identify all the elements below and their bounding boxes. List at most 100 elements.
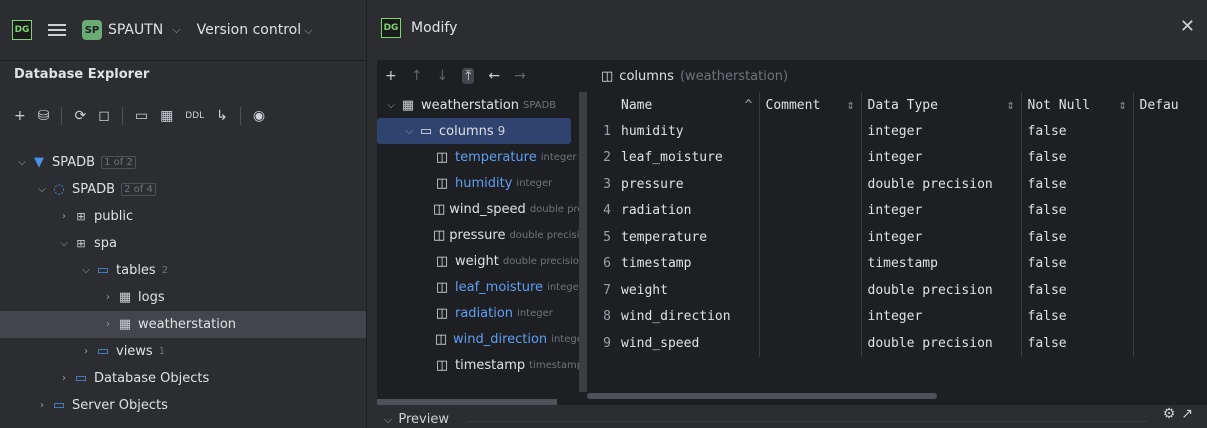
column-item[interactable]: ◫ timestamp timestamp — [377, 352, 587, 378]
cell-data-type[interactable]: integer — [861, 144, 1022, 171]
column-header-comment[interactable]: Comment ⇕ — [759, 92, 862, 118]
table-row[interactable]: 2 leaf_moisture integer false — [587, 144, 1185, 172]
tree-item-columns[interactable]: ⌵ ▭ columns 9 — [377, 118, 571, 144]
move-up-icon[interactable]: ↑ — [411, 68, 423, 84]
vertical-scrollbar[interactable] — [579, 92, 587, 392]
cell-not-null[interactable]: false — [1021, 330, 1134, 357]
cell-comment[interactable] — [759, 144, 862, 171]
horizontal-scrollbar[interactable] — [377, 399, 557, 405]
sort-ascending-icon[interactable]: ^ — [745, 98, 753, 113]
data-source-properties-icon[interactable]: ⛁ — [38, 108, 50, 124]
chevron-down-icon[interactable]: ⌵ — [56, 238, 72, 249]
chevron-down-icon[interactable]: ⌵ — [401, 126, 417, 137]
cell-data-type[interactable]: double precision — [861, 171, 1022, 198]
chevron-right-icon[interactable]: › — [56, 211, 72, 222]
cell-default[interactable] — [1133, 118, 1185, 145]
cell-data-type[interactable]: integer — [861, 197, 1022, 224]
chevron-down-icon[interactable]: ⌵ — [383, 100, 399, 111]
cell-comment[interactable] — [759, 303, 862, 330]
cell-name[interactable]: wind_speed — [615, 330, 760, 357]
tree-item-weatherstation[interactable]: › ▦ weatherstation — [0, 311, 366, 338]
cell-not-null[interactable]: false — [1021, 303, 1134, 330]
table-row[interactable]: 6 timestamp timestamp false — [587, 250, 1185, 278]
cell-name[interactable]: temperature — [615, 224, 760, 251]
column-item[interactable]: ◫ leaf_moisture integer — [377, 274, 587, 300]
chevron-down-icon[interactable]: ⌵ — [34, 184, 50, 195]
cell-name[interactable]: weight — [615, 277, 760, 304]
back-icon[interactable]: ← — [488, 68, 500, 84]
horizontal-scrollbar[interactable] — [587, 393, 937, 399]
cell-data-type[interactable]: double precision — [861, 330, 1022, 357]
column-header-data-type[interactable]: Data Type ⇕ — [861, 92, 1022, 118]
chevron-right-icon[interactable]: › — [100, 319, 116, 330]
table-row[interactable]: 3 pressure double precision false — [587, 171, 1185, 198]
cell-not-null[interactable]: false — [1021, 144, 1134, 171]
cell-comment[interactable] — [759, 197, 862, 224]
column-item[interactable]: ◫ temperature integer — [377, 144, 587, 170]
cell-not-null[interactable]: false — [1021, 277, 1134, 304]
sort-icon[interactable]: ⇕ — [1119, 98, 1127, 113]
table-row[interactable]: 1 humidity integer false — [587, 118, 1185, 145]
table-row[interactable]: 9 wind_speed double precision false — [587, 330, 1185, 357]
settings-icon[interactable]: ⚙ — [1163, 406, 1176, 422]
sort-icon[interactable]: ⇕ — [1007, 98, 1015, 113]
chevron-down-icon[interactable]: ⌵ — [78, 265, 94, 276]
cell-default[interactable] — [1133, 145, 1185, 172]
cell-default[interactable] — [1133, 224, 1185, 251]
tree-item-database-objects[interactable]: › ▭ Database Objects — [0, 365, 366, 392]
cell-name[interactable]: leaf_moisture — [615, 144, 760, 171]
version-control-menu[interactable]: Version control ⌵ — [197, 22, 313, 38]
table-editor-icon[interactable]: ▦ — [160, 108, 173, 124]
cell-not-null[interactable]: false — [1021, 224, 1134, 251]
cell-not-null[interactable]: false — [1021, 197, 1134, 224]
cell-name[interactable]: radiation — [615, 197, 760, 224]
cell-comment[interactable] — [759, 277, 862, 304]
column-item[interactable]: ◫ weight double precision — [377, 248, 587, 274]
cell-comment[interactable] — [759, 224, 862, 251]
cell-not-null[interactable]: false — [1021, 118, 1134, 145]
cell-data-type[interactable]: timestamp — [861, 250, 1022, 277]
cell-name[interactable]: pressure — [615, 171, 760, 198]
cell-default[interactable] — [1133, 198, 1185, 225]
stop-icon[interactable]: ◻ — [98, 108, 110, 124]
main-menu-icon[interactable] — [48, 24, 66, 36]
cell-default[interactable] — [1133, 277, 1185, 304]
tree-item-spadb-datasource[interactable]: ⌵ ▼ SPADB 1 of 2 — [0, 149, 366, 176]
cell-comment[interactable] — [759, 330, 862, 357]
cell-data-type[interactable]: integer — [861, 118, 1022, 145]
cell-default[interactable] — [1133, 171, 1185, 198]
tree-item-spadb-database[interactable]: ⌵ ◌ SPADB 2 of 4 — [0, 176, 366, 203]
cell-data-type[interactable]: integer — [861, 303, 1022, 330]
column-header-default[interactable]: Defau — [1133, 92, 1185, 118]
table-row[interactable]: 8 wind_direction integer false — [587, 303, 1185, 331]
chevron-right-icon[interactable]: › — [34, 400, 50, 411]
cell-name[interactable]: wind_direction — [615, 303, 760, 330]
cell-default[interactable] — [1133, 251, 1185, 278]
cell-data-type[interactable]: integer — [861, 224, 1022, 251]
column-header-name[interactable]: Name ^ — [615, 92, 760, 118]
chevron-right-icon[interactable]: › — [56, 373, 72, 384]
tree-item-tables[interactable]: ⌵ ▭ tables 2 — [0, 257, 366, 284]
cell-default[interactable] — [1133, 304, 1185, 331]
table-row[interactable]: 4 radiation integer false — [587, 197, 1185, 225]
chevron-right-icon[interactable]: › — [78, 346, 94, 357]
cell-default[interactable] — [1133, 330, 1185, 357]
console-icon[interactable]: ▭ — [135, 108, 148, 124]
add-icon[interactable]: + — [14, 108, 26, 124]
tree-item-views[interactable]: › ▭ views 1 — [0, 338, 366, 365]
open-external-icon[interactable]: ↗ — [1181, 406, 1193, 422]
sort-icon[interactable]: ⇕ — [847, 98, 855, 113]
chevron-down-icon[interactable]: ⌵ — [14, 157, 30, 168]
column-item[interactable]: ◫ wind_direction integer — [377, 326, 587, 352]
column-item[interactable]: ◫ wind_speed double precision — [377, 196, 587, 222]
column-item[interactable]: ◫ humidity integer — [377, 170, 587, 196]
chevron-right-icon[interactable]: › — [100, 292, 116, 303]
close-icon[interactable]: ✕ — [1180, 16, 1195, 37]
cell-name[interactable]: timestamp — [615, 250, 760, 277]
table-row[interactable]: 5 temperature integer false — [587, 224, 1185, 251]
column-item[interactable]: ◫ pressure double precision — [377, 222, 587, 248]
cell-comment[interactable] — [759, 118, 862, 145]
project-selector[interactable]: SP SPAUTN ⌵ — [82, 20, 181, 40]
table-row[interactable]: 7 weight double precision false — [587, 277, 1185, 304]
cell-not-null[interactable]: false — [1021, 250, 1134, 277]
